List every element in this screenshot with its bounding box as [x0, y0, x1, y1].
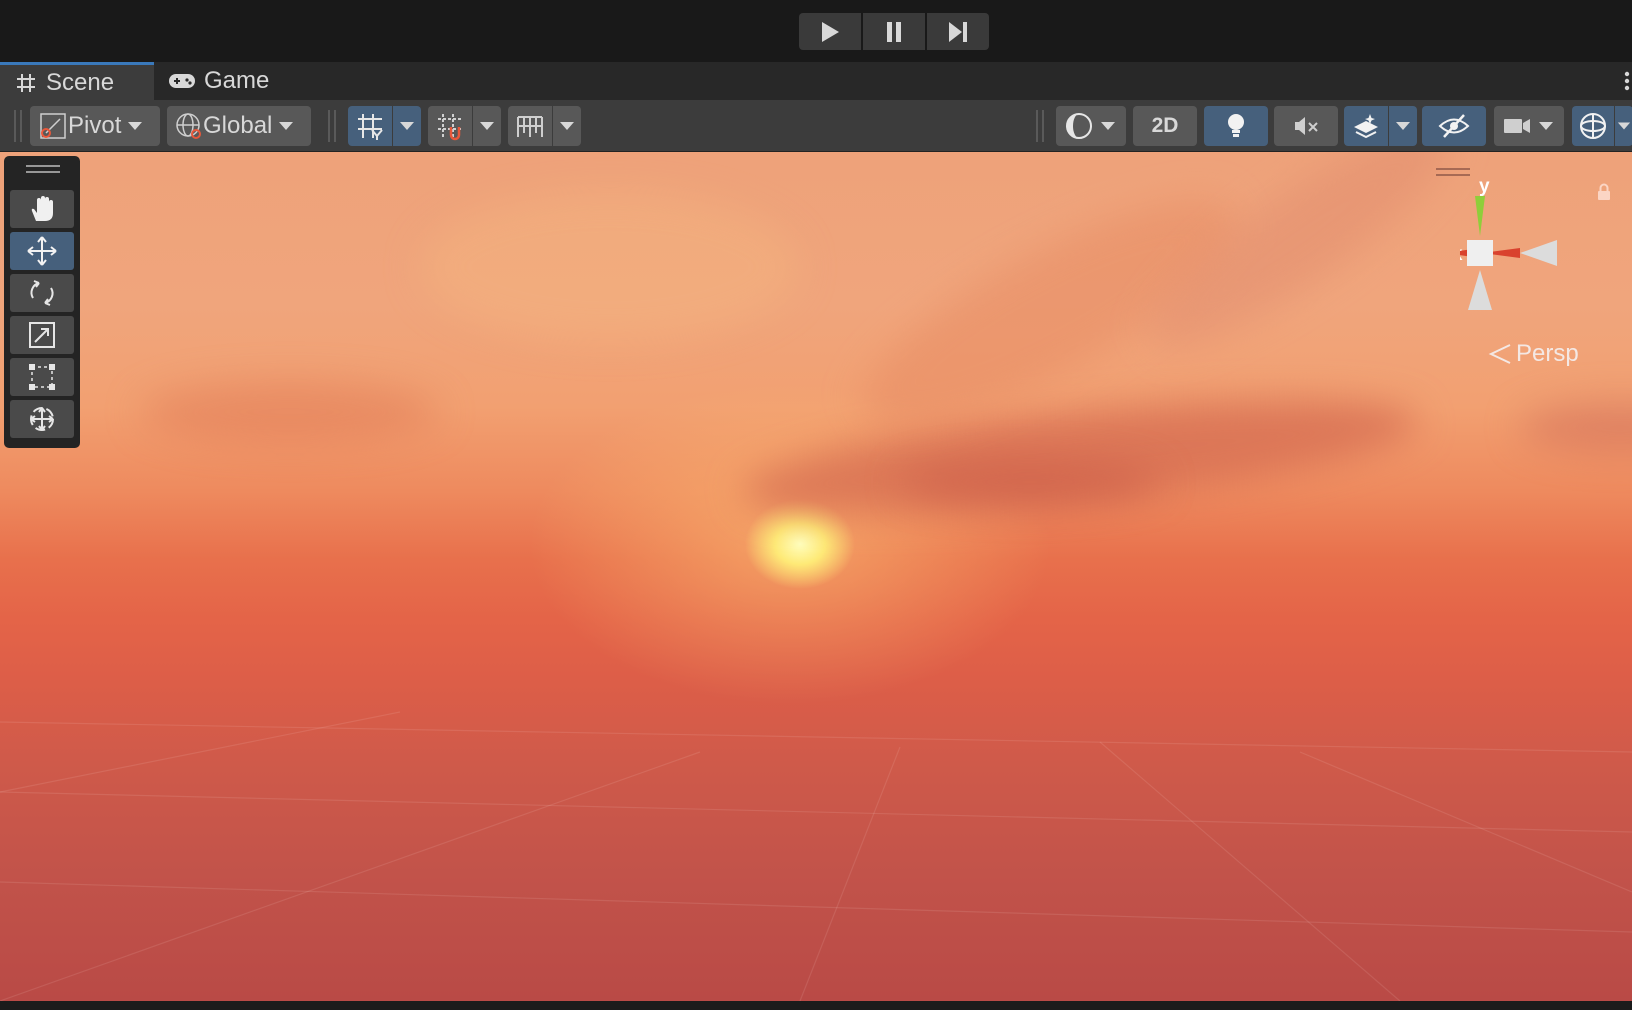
lighting-icon [1228, 114, 1244, 137]
chevron-down-icon [1617, 122, 1631, 130]
ruler-button[interactable] [508, 106, 552, 146]
increment-snap-dropdown[interactable] [473, 106, 501, 146]
projection-toggle[interactable]: Persp [1488, 340, 1579, 368]
increment-snap-icon [438, 114, 462, 141]
chevron-down-icon [560, 122, 574, 130]
projection-label: Persp [1516, 340, 1579, 367]
orientation-gizmo[interactable]: y x [1460, 170, 1610, 320]
tab-bar: Scene Game [0, 62, 1632, 100]
floor-grid [0, 711, 1632, 1001]
rotate-tool[interactable] [10, 274, 74, 312]
gizmos-button[interactable] [1572, 106, 1614, 146]
global-label: Global [203, 112, 273, 139]
camera-dropdown[interactable] [1494, 106, 1564, 146]
gizmo-neg-x-cone[interactable] [1520, 240, 1557, 266]
more-options-icon[interactable] [1624, 70, 1630, 92]
tab-label: Scene [46, 68, 115, 96]
tab-game[interactable]: Game [168, 62, 269, 100]
effects-dropdown[interactable] [1389, 106, 1417, 146]
grid-icon [17, 73, 35, 92]
play-button[interactable] [799, 13, 861, 50]
pivot-dropdown[interactable]: Pivot [30, 106, 160, 146]
gizmo-center-cube[interactable] [1467, 240, 1493, 266]
lock-icon[interactable] [1598, 183, 1610, 201]
toolbar-handle[interactable] [20, 110, 22, 142]
scene-visibility-icon [1438, 114, 1470, 138]
chevron-down-icon [128, 122, 143, 130]
grid-snap-icon [358, 114, 383, 140]
rect-tool[interactable] [10, 358, 74, 396]
scene-visibility-toggle[interactable] [1422, 106, 1486, 146]
chevron-down-icon [279, 122, 294, 130]
perspective-icon [1488, 344, 1511, 364]
ruler-dropdown[interactable] [553, 106, 581, 146]
gizmos-toggle[interactable] [1572, 106, 1632, 146]
grid-snap-button[interactable] [348, 106, 392, 146]
pivot-label: Pivot [68, 112, 122, 139]
audio-toggle[interactable] [1274, 106, 1338, 146]
transform-tool[interactable] [10, 400, 74, 438]
step-icon [949, 21, 967, 42]
chevron-down-icon [1539, 122, 1553, 130]
ruler-icon [517, 116, 543, 137]
transform-icon [30, 407, 54, 431]
chevron-down-icon [480, 122, 494, 130]
gizmo-y-cone[interactable] [1475, 196, 1485, 236]
gizmo-neg-y-cone[interactable] [1468, 270, 1492, 310]
gizmos-icon [1580, 113, 1606, 139]
grid-snap-dropdown[interactable] [393, 106, 421, 146]
pause-icon [887, 21, 901, 42]
effects-button[interactable] [1344, 106, 1388, 146]
toolbar-handle[interactable] [1036, 110, 1038, 142]
gizmo-y-label: y [1479, 176, 1490, 197]
tab-scene[interactable]: Scene [0, 62, 154, 100]
play-controls [799, 13, 989, 50]
increment-snap-button[interactable] [428, 106, 472, 146]
camera-icon [1504, 119, 1530, 133]
global-dropdown[interactable]: Global [167, 106, 311, 146]
tab-label: Game [204, 67, 270, 94]
play-icon [822, 21, 839, 42]
increment-snap-toggle[interactable] [428, 106, 501, 146]
step-button[interactable] [927, 13, 989, 50]
2d-label: 2D [1151, 114, 1179, 137]
lighting-toggle[interactable] [1204, 106, 1268, 146]
grid-snap-toggle[interactable] [348, 106, 421, 146]
move-tool[interactable] [10, 232, 74, 270]
chevron-down-icon [1396, 122, 1410, 130]
pivot-icon [40, 113, 66, 139]
hand-icon [31, 196, 53, 221]
play-bar [0, 0, 1632, 62]
scene-toolbar: Pivot Global 2D [0, 100, 1632, 152]
pause-button[interactable] [863, 13, 925, 50]
scene-view[interactable] [0, 152, 1632, 1001]
shading-mode-dropdown[interactable] [1056, 106, 1126, 146]
audio-mute-icon [1295, 117, 1318, 135]
rotate-icon [30, 280, 54, 306]
chevron-down-icon [1101, 122, 1115, 130]
toolbar-handle[interactable] [1042, 110, 1044, 142]
gizmos-dropdown[interactable] [1615, 106, 1632, 146]
scale-icon [29, 322, 55, 348]
effects-icon [1354, 114, 1378, 139]
ruler-toggle[interactable] [508, 106, 581, 146]
palette-drag-handle-icon[interactable] [26, 164, 60, 174]
tool-palette [4, 156, 80, 448]
gamepad-icon [169, 74, 195, 88]
toolbar-handle[interactable] [14, 110, 16, 142]
global-icon [176, 113, 201, 139]
toolbar-handle[interactable] [334, 110, 336, 142]
scale-tool[interactable] [10, 316, 74, 354]
shading-mode-icon [1066, 113, 1092, 139]
effects-toggle[interactable] [1344, 106, 1417, 146]
rect-icon [29, 364, 55, 390]
2d-toggle[interactable]: 2D [1133, 106, 1197, 146]
move-icon [27, 236, 57, 266]
bottom-border [0, 1001, 1632, 1010]
chevron-down-icon [400, 122, 414, 130]
toolbar-handle[interactable] [328, 110, 330, 142]
hand-tool[interactable] [10, 190, 74, 228]
